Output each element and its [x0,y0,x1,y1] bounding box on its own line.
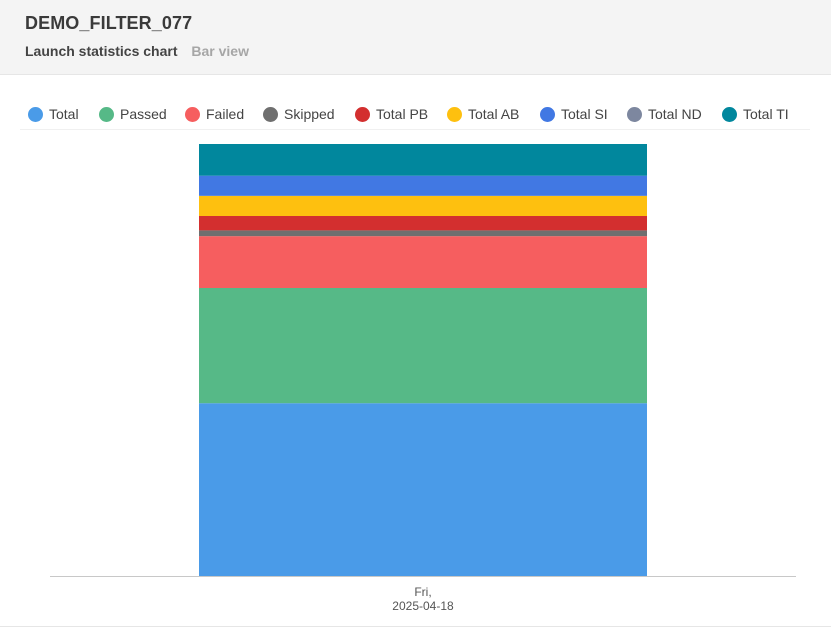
chart-legend: Total Passed Failed Skipped Total PB Tot… [20,100,810,130]
bar-segment-skipped[interactable] [199,230,647,237]
bar-segment-total-si[interactable] [199,175,647,196]
legend-item-total[interactable]: Total [28,104,79,124]
legend-item-total-ti[interactable]: Total TI [722,104,789,124]
legend-item-failed[interactable]: Failed [185,104,244,124]
legend-label: Total [49,106,79,122]
legend-label: Failed [206,106,245,122]
bottom-divider [0,626,831,627]
legend-label: Total AB [468,106,520,122]
bar-segment-total-pb[interactable] [199,216,647,231]
legend-swatch [99,106,114,122]
legend-swatch [355,106,370,122]
bar-segment-total-ti[interactable] [199,144,647,176]
legend-swatch [540,106,555,122]
legend-item-total-pb[interactable]: Total PB [355,104,428,124]
legend-swatch [28,106,43,122]
legend-swatch [627,106,642,122]
legend-label: Total ND [648,106,702,122]
x-tick-label: Fri, 2025-04-18 [392,585,454,613]
view-mode-label[interactable]: Bar view [191,43,249,59]
legend-item-total-si[interactable]: Total SI [540,104,608,124]
legend-label: Total SI [561,106,608,122]
chart-header: DEMO_FILTER_077 Launch statistics chart … [0,0,831,75]
legend-item-total-ab[interactable]: Total AB [447,104,519,124]
legend-swatch [722,106,737,122]
legend-swatch [447,106,462,122]
legend-swatch [263,106,278,122]
legend-item-skipped[interactable]: Skipped [263,104,335,124]
bar-segment-total[interactable] [199,403,647,576]
filter-title: DEMO_FILTER_077 [25,13,193,33]
chart-type-label: Launch statistics chart [25,43,178,59]
legend-label: Total TI [743,106,789,122]
legend-item-passed[interactable]: Passed [99,104,167,124]
legend-item-total-nd[interactable]: Total ND [627,104,702,124]
legend-label: Total PB [376,106,429,122]
legend-label: Skipped [284,106,335,122]
legend-label: Passed [120,106,167,122]
bar-segment-total-ab[interactable] [199,195,647,216]
bar-segment-failed[interactable] [199,236,647,288]
chart-subtitle: Launch statistics chart Bar view [25,43,249,59]
stacked-bar-chart: Fri, 2025-04-18 [50,144,796,613]
legend-swatch [185,106,200,122]
bar-segment-passed[interactable] [199,288,647,404]
